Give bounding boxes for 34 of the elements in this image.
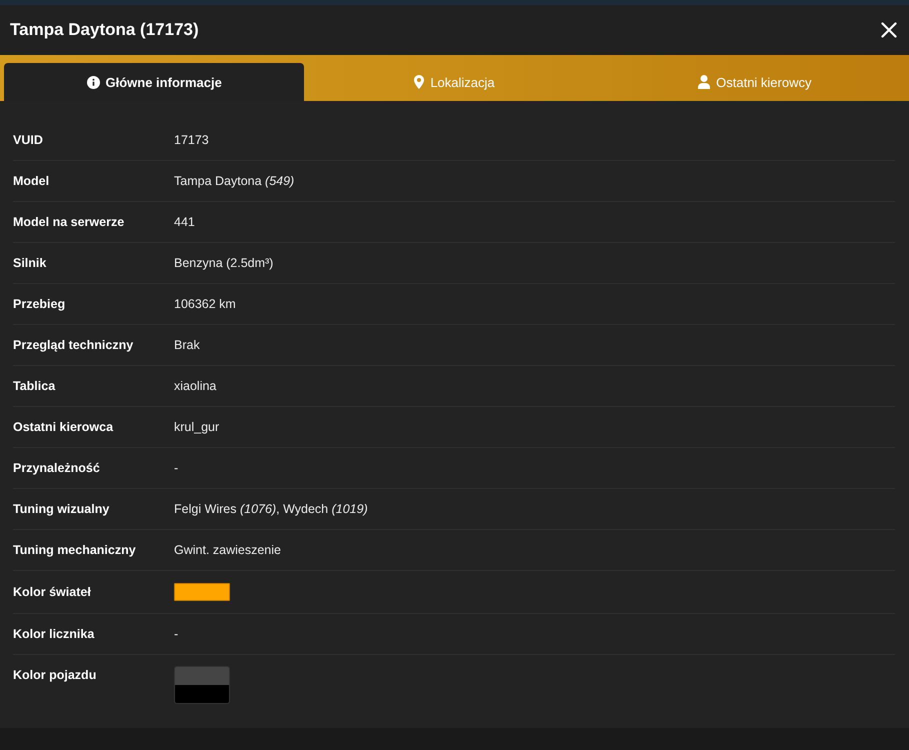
- field-label: Kolor licznika: [13, 626, 96, 642]
- info-icon: [86, 76, 100, 88]
- tab[interactable]: Główne informacje: [4, 63, 304, 101]
- window-title: Tampa Daytona (17173): [10, 20, 199, 40]
- field-value: -: [174, 626, 178, 642]
- field-value: Tampa Daytona (549): [174, 173, 294, 189]
- field-label: Model: [13, 173, 50, 189]
- field-label: Kolor pojazdu: [13, 667, 98, 683]
- field-label: Tuning wizualny: [13, 501, 110, 517]
- tab[interactable]: Lokalizacja: [304, 63, 605, 101]
- map-pin-icon: [414, 75, 424, 89]
- field-value: krul_gur: [174, 419, 220, 435]
- field-value: Felgi Wires (1076), Wydech (1019): [174, 501, 368, 517]
- field-label: Ostatni kierowca: [13, 419, 114, 435]
- field-value: 106362 km: [174, 296, 236, 312]
- tab[interactable]: Ostatni kierowcy: [604, 63, 905, 101]
- field-value: 441: [174, 214, 195, 230]
- field-label: Model na serwerze: [13, 214, 126, 230]
- field-label: Kolor świateł: [13, 584, 92, 600]
- field-label: Przebieg: [13, 296, 66, 312]
- field-label: Przynależność: [13, 460, 101, 476]
- field-value: xiaolina: [174, 378, 216, 394]
- field-value: -: [174, 460, 178, 476]
- field-label: Przegląd techniczny: [13, 337, 134, 353]
- field-value: Gwint. zawieszenie: [174, 542, 281, 558]
- field-label: Tablica: [13, 378, 56, 394]
- field-label: Silnik: [13, 255, 48, 271]
- field-label: VUID: [13, 132, 44, 148]
- field-label: Tuning mechaniczny: [13, 542, 137, 558]
- field-value: Brak: [174, 337, 200, 353]
- user-icon: [698, 75, 710, 89]
- close-icon: [881, 22, 897, 38]
- field-value: Benzyna (2.5dm³): [174, 255, 274, 271]
- field-value: 17173: [174, 132, 209, 148]
